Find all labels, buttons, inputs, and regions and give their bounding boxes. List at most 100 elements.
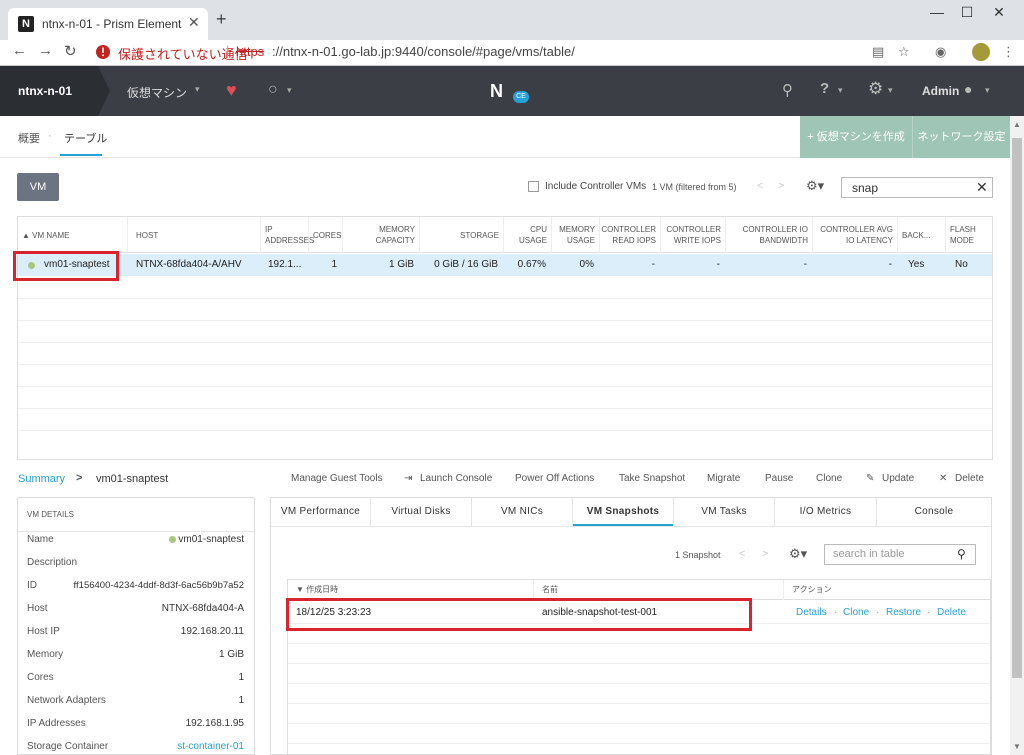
col-memory-usage[interactable]: MEMORY USAGE	[552, 217, 600, 253]
cluster-name[interactable]: ntnx-n-01	[0, 66, 98, 116]
col-write-iops[interactable]: CONTROLLER WRITE IOPS	[661, 217, 726, 253]
launch-console-icon[interactable]: ⇥	[404, 473, 412, 484]
gear-icon[interactable]: ⚙	[868, 79, 883, 99]
translate-icon[interactable]: ▤	[872, 44, 884, 60]
col-name[interactable]: 名前	[534, 580, 784, 600]
nav-vm-menu[interactable]: 仮想マシン	[127, 84, 187, 101]
col-host[interactable]: HOST	[128, 217, 261, 253]
snapshot-clone-link[interactable]: Clone	[843, 607, 869, 618]
search-icon[interactable]: ⚲	[782, 81, 793, 99]
vm-button[interactable]: VM	[17, 173, 59, 201]
include-controller-checkbox[interactable]	[528, 181, 539, 192]
window-close-icon[interactable]: ✕	[984, 4, 1014, 21]
snapshot-details-link[interactable]: Details	[796, 607, 827, 618]
col-vm-name[interactable]: ▲ VM NAME	[18, 217, 128, 253]
tab-vm-tasks[interactable]: VM Tasks	[674, 498, 775, 526]
subnav-table[interactable]: テーブル	[64, 130, 107, 146]
cell-backup: Yes	[908, 259, 925, 270]
page-next-icon[interactable]: >	[778, 180, 784, 192]
network-config-button[interactable]: ネットワーク設定	[912, 116, 1010, 158]
create-vm-button[interactable]: + 仮想マシンを作成	[800, 116, 912, 158]
col-storage[interactable]: STORAGE	[420, 217, 504, 253]
col-flash-mode[interactable]: FLASH MODE	[946, 217, 992, 253]
tab-virtual-disks[interactable]: Virtual Disks	[371, 498, 472, 526]
clone-button[interactable]: Clone	[816, 473, 842, 484]
url-separator: |	[226, 43, 230, 58]
snapshot-delete-link[interactable]: Delete	[937, 607, 966, 618]
col-ip[interactable]: IP ADDRESSES	[261, 217, 314, 253]
minimize-icon[interactable]: —	[922, 4, 952, 20]
migrate-button[interactable]: Migrate	[707, 473, 740, 484]
page-next-icon[interactable]: >	[762, 548, 768, 560]
scroll-down-icon[interactable]: ▼	[1013, 742, 1021, 751]
browser-tabstrip: N ntnx-n-01 - Prism Element ✕ + — ☐ ✕	[0, 0, 1024, 40]
table-row[interactable]: vm01-snaptest NTNX-68fda404-A/AHV 192.1.…	[18, 254, 992, 276]
power-off-button[interactable]: Power Off Actions	[515, 473, 594, 484]
tab-close-icon[interactable]: ✕	[188, 14, 200, 31]
table-settings-gear-icon[interactable]: ⚙▾	[789, 546, 807, 562]
clear-filter-icon[interactable]: ✕	[976, 179, 988, 196]
browser-tab[interactable]: N ntnx-n-01 - Prism Element ✕	[8, 8, 208, 40]
url-text[interactable]: ://ntnx-n-01.go-lab.jp:9440/console/#pag…	[272, 44, 575, 59]
link-separator: ·	[834, 607, 838, 618]
filter-input[interactable]: snap ✕	[841, 177, 993, 198]
tab-vm-nics[interactable]: VM NICs	[472, 498, 573, 526]
breadcrumb-summary[interactable]: Summary	[18, 473, 65, 485]
warning-icon[interactable]	[95, 44, 111, 60]
health-heart-icon[interactable]: ♥	[226, 80, 237, 101]
col-backup[interactable]: BACK...	[898, 217, 946, 253]
snapshot-restore-link[interactable]: Restore	[886, 607, 921, 618]
pencil-icon[interactable]: ✎	[866, 473, 874, 484]
tab-console[interactable]: Console	[877, 498, 991, 526]
scroll-thumb[interactable]	[1012, 138, 1022, 678]
subnav-summary[interactable]: 概要	[18, 130, 40, 146]
tab-vm-performance[interactable]: VM Performance	[271, 498, 371, 526]
bookmark-star-icon[interactable]: ☆	[898, 44, 910, 60]
col-cores[interactable]: CORES	[309, 217, 343, 253]
page-prev-icon[interactable]: <	[757, 180, 763, 192]
maximize-icon[interactable]: ☐	[952, 4, 982, 21]
extension-icon[interactable]: ◉	[935, 44, 946, 60]
chevron-down-icon[interactable]: ▾	[195, 84, 200, 95]
storage-container-link[interactable]: st-container-01	[177, 741, 244, 752]
new-tab-icon[interactable]: +	[216, 10, 227, 28]
manage-guest-tools-button[interactable]: Manage Guest Tools	[291, 473, 383, 484]
launch-console-button[interactable]: Launch Console	[420, 473, 492, 484]
help-icon[interactable]: ?	[820, 80, 829, 97]
chevron-down-icon[interactable]: ▾	[985, 85, 990, 96]
reload-icon[interactable]: ↻	[64, 42, 77, 60]
delete-x-icon[interactable]: ✕	[939, 473, 947, 484]
update-button[interactable]: Update	[882, 473, 914, 484]
url-scheme[interactable]: https	[236, 44, 264, 59]
page-scrollbar[interactable]: ▲ ▼	[1010, 116, 1024, 755]
col-read-iops[interactable]: CONTROLLER READ IOPS	[600, 217, 661, 253]
admin-user-menu[interactable]: Admin	[922, 84, 959, 98]
snapshot-search-input[interactable]: search in table ⚲	[824, 544, 976, 565]
col-cpu-usage[interactable]: CPU USAGE	[504, 217, 552, 253]
row-divider	[288, 683, 990, 684]
pause-button[interactable]: Pause	[765, 473, 793, 484]
page-prev-icon[interactable]: <	[739, 548, 745, 560]
search-icon[interactable]: ⚲	[957, 547, 966, 561]
col-memory[interactable]: MEMORY CAPACITY	[343, 217, 420, 253]
col-created[interactable]: ▼ 作成日時	[288, 580, 534, 600]
delete-button[interactable]: Delete	[955, 473, 984, 484]
alert-circle-icon[interactable]: ○	[268, 81, 278, 99]
table-settings-gear-icon[interactable]: ⚙▾	[806, 178, 824, 194]
user-icon[interactable]: ●	[964, 81, 972, 97]
profile-avatar[interactable]	[972, 43, 990, 61]
tab-vm-snapshots[interactable]: VM Snapshots	[573, 498, 674, 526]
chevron-down-icon[interactable]: ▾	[287, 85, 292, 96]
menu-kebab-icon[interactable]: ⋮	[1002, 44, 1015, 60]
cell-cpu-usage: 0.67%	[517, 259, 546, 270]
back-arrow-icon[interactable]: ←	[12, 42, 27, 59]
chevron-down-icon[interactable]: ▾	[838, 85, 843, 96]
col-io-latency[interactable]: CONTROLLER AVG IO LATENCY	[813, 217, 898, 253]
cell-host: NTNX-68fda404-A/AHV	[136, 259, 242, 270]
col-io-bandwidth[interactable]: CONTROLLER IO BANDWIDTH	[726, 217, 813, 253]
tab-io-metrics[interactable]: I/O Metrics	[775, 498, 877, 526]
scroll-up-icon[interactable]: ▲	[1013, 120, 1021, 129]
forward-arrow-icon[interactable]: →	[38, 42, 53, 59]
take-snapshot-button[interactable]: Take Snapshot	[619, 473, 685, 484]
chevron-down-icon[interactable]: ▾	[888, 85, 893, 96]
